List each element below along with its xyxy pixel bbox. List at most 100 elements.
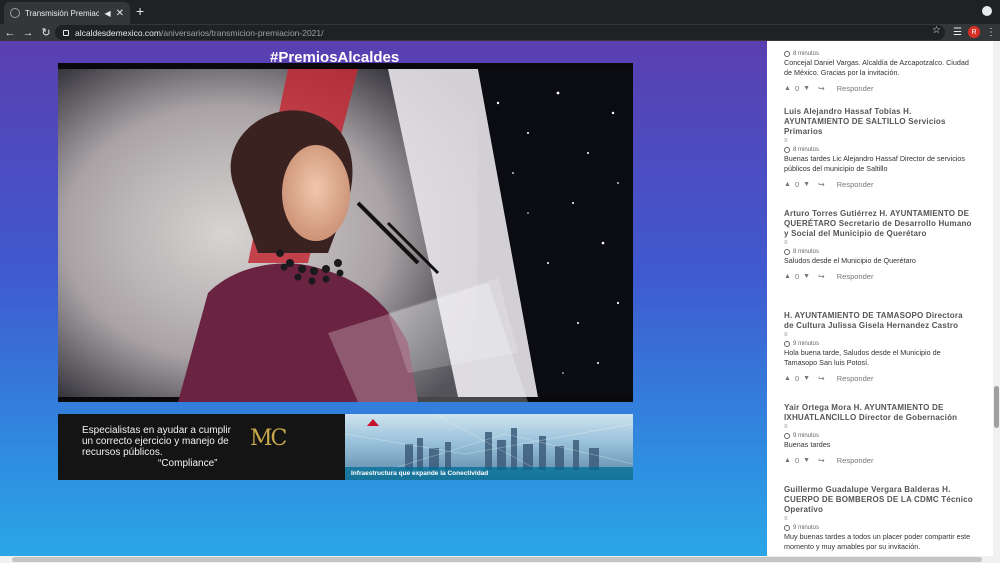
clock-icon — [784, 249, 790, 255]
url-path: /aniversarios/transmicion-premiacion-202… — [160, 27, 324, 38]
rss-icon[interactable]: ≡ — [784, 424, 974, 431]
toolbar-actions: ☰ R ⋮ — [953, 26, 996, 38]
comment-item: H. AYUNTAMIENTO DE TAMASOPO Directora de… — [784, 311, 974, 383]
like-count: 0 — [794, 374, 800, 383]
ad-banner-connectivity[interactable]: Infraestructura que expande la Conectivi… — [345, 414, 633, 480]
vertical-scrollbar[interactable] — [993, 41, 1000, 563]
new-tab-button[interactable]: + — [136, 4, 144, 18]
menu-icon[interactable]: ⋮ — [986, 27, 996, 38]
comment-time-label: 9 minutos — [793, 341, 820, 347]
video-player[interactable] — [58, 63, 633, 402]
comment-time: 8 minutos — [784, 147, 974, 153]
comment-text: Buenas tardes — [784, 440, 831, 449]
horizontal-scrollbar[interactable] — [0, 556, 993, 563]
comment-text: Buenas tardes Lic Alejandro Hassaf Direc… — [784, 154, 965, 173]
scrollbar-thumb[interactable] — [994, 386, 999, 428]
comment-time-label: 9 minutos — [793, 525, 820, 531]
comment-author[interactable]: Arturo Torres Gutiérrez H. AYUNTAMIENTO … — [784, 209, 974, 239]
rss-icon[interactable]: ≡ — [784, 240, 974, 247]
reply-button[interactable]: Responder — [837, 272, 874, 281]
lock-icon[interactable] — [63, 29, 69, 36]
reply-arrow-icon[interactable]: ↪ — [818, 272, 825, 281]
tab-title: Transmisión Premiación 20 — [25, 8, 100, 18]
comment-actions: ▲ 0 ▼ ↪ Responder — [784, 272, 974, 281]
thumbs-down-icon[interactable]: ▼ — [803, 181, 810, 188]
comment-time: 8 minutos — [784, 51, 974, 57]
comment-time-label: 8 minutos — [793, 51, 820, 57]
ad-copy-line: un correcto ejercicio y manejo de — [82, 436, 229, 447]
thumbs-up-icon[interactable]: ▲ — [784, 181, 791, 188]
american-tower-logo-icon — [367, 419, 379, 426]
address-bar[interactable]: alcaldesdemexico.com /aniversarios/trans… — [55, 25, 945, 40]
page-content: #PremiosAlcaldes Especialistas en ayudar… — [0, 41, 1000, 563]
like-count: 0 — [794, 180, 800, 189]
like-count: 0 — [794, 272, 800, 281]
comment-time-label: 9 minutos — [793, 433, 820, 439]
clock-icon — [784, 51, 790, 57]
comment-time-label: 8 minutos — [793, 147, 820, 153]
video-frame — [58, 69, 633, 402]
comment-author[interactable]: H. AYUNTAMIENTO DE TAMASOPO Directora de… — [784, 311, 974, 331]
comment-time-label: 8 minutos — [793, 249, 820, 255]
comment-item: Guillermo Guadalupe Vergara Balderas H. … — [784, 485, 974, 552]
comment-time: 8 minutos — [784, 249, 974, 255]
rss-icon[interactable]: ≡ — [784, 332, 974, 339]
comment-item: 8 minutos Concejal Daniel Vargas. Alcaldí… — [784, 49, 974, 93]
thumbs-down-icon[interactable]: ▼ — [803, 85, 810, 92]
back-icon[interactable]: ← — [2, 27, 18, 39]
media-controls-icon[interactable]: ☰ — [953, 27, 962, 38]
rss-icon[interactable]: ≡ — [784, 516, 974, 523]
thumbs-up-icon[interactable]: ▲ — [784, 85, 791, 92]
thumbs-up-icon[interactable]: ▲ — [784, 457, 791, 464]
reload-icon[interactable]: ↻ — [38, 26, 54, 39]
comment-item: Luis Alejandro Hassaf Tobías H. AYUNTAMI… — [784, 107, 974, 189]
ad-quote: “Compliance” — [158, 458, 218, 469]
tab-search-icon[interactable] — [982, 6, 992, 16]
comment-item: Arturo Torres Gutiérrez H. AYUNTAMIENTO … — [784, 209, 974, 281]
globe-icon — [10, 8, 20, 18]
like-count: 0 — [794, 456, 800, 465]
horizontal-scrollbar-thumb[interactable] — [12, 557, 982, 562]
thumbs-down-icon[interactable]: ▼ — [803, 273, 810, 280]
reply-arrow-icon[interactable]: ↪ — [818, 84, 825, 93]
url-host: alcaldesdemexico.com — [75, 27, 161, 38]
thumbs-up-icon[interactable]: ▲ — [784, 273, 791, 280]
comment-time: 9 minutos — [784, 341, 974, 347]
comment-text: Saludos desde el Municipio de Querétaro — [784, 256, 916, 265]
comment-author[interactable]: Guillermo Guadalupe Vergara Balderas H. … — [784, 485, 974, 515]
clock-icon — [784, 147, 790, 153]
reply-arrow-icon[interactable]: ↪ — [818, 180, 825, 189]
reply-button[interactable]: Responder — [837, 456, 874, 465]
comment-author[interactable]: Yair Ortega Mora H. AYUNTAMIENTO DE IXHU… — [784, 403, 974, 423]
reply-button[interactable]: Responder — [837, 84, 874, 93]
ad-copy: Especialistas en ayudar a cumplir un cor… — [82, 425, 231, 458]
reply-button[interactable]: Responder — [837, 180, 874, 189]
rss-icon[interactable]: ≡ — [784, 138, 974, 145]
comment-item: Yair Ortega Mora H. AYUNTAMIENTO DE IXHU… — [784, 403, 974, 465]
comment-actions: ▲ 0 ▼ ↪ Responder — [784, 180, 974, 189]
comment-time: 9 minutos — [784, 525, 974, 531]
mc-logo: MC — [250, 426, 287, 451]
reply-arrow-icon[interactable]: ↪ — [818, 374, 825, 383]
comment-actions: ▲ 0 ▼ ↪ Responder — [784, 456, 974, 465]
comment-author[interactable]: Luis Alejandro Hassaf Tobías H. AYUNTAMI… — [784, 107, 974, 137]
reply-button[interactable]: Responder — [837, 374, 874, 383]
star-icon[interactable]: ☆ — [932, 25, 941, 36]
thumbs-down-icon[interactable]: ▼ — [803, 457, 810, 464]
comment-text: Concejal Daniel Vargas. Alcaldía de Azca… — [784, 58, 969, 77]
browser-tab[interactable]: Transmisión Premiación 20 ◀ ✕ — [4, 2, 130, 24]
ad-banner-compliance[interactable]: Especialistas en ayudar a cumplir un cor… — [58, 414, 345, 480]
comments-panel: 8 minutos Concejal Daniel Vargas. Alcaldí… — [767, 41, 993, 563]
thumbs-up-icon[interactable]: ▲ — [784, 375, 791, 382]
thumbs-down-icon[interactable]: ▼ — [803, 375, 810, 382]
reply-arrow-icon[interactable]: ↪ — [818, 456, 825, 465]
comment-actions: ▲ 0 ▼ ↪ Responder — [784, 374, 974, 383]
avatar[interactable]: R — [968, 26, 980, 38]
comment-time: 9 minutos — [784, 433, 974, 439]
speaker-icon[interactable]: ◀ — [104, 9, 110, 18]
ad-copy-line: Especialistas en ayudar a cumplir — [82, 425, 231, 436]
close-icon[interactable]: ✕ — [116, 8, 124, 19]
forward-icon[interactable]: → — [20, 27, 36, 39]
clock-icon — [784, 433, 790, 439]
ad-tagline: Infraestructura que expande la Conectivi… — [351, 470, 489, 477]
